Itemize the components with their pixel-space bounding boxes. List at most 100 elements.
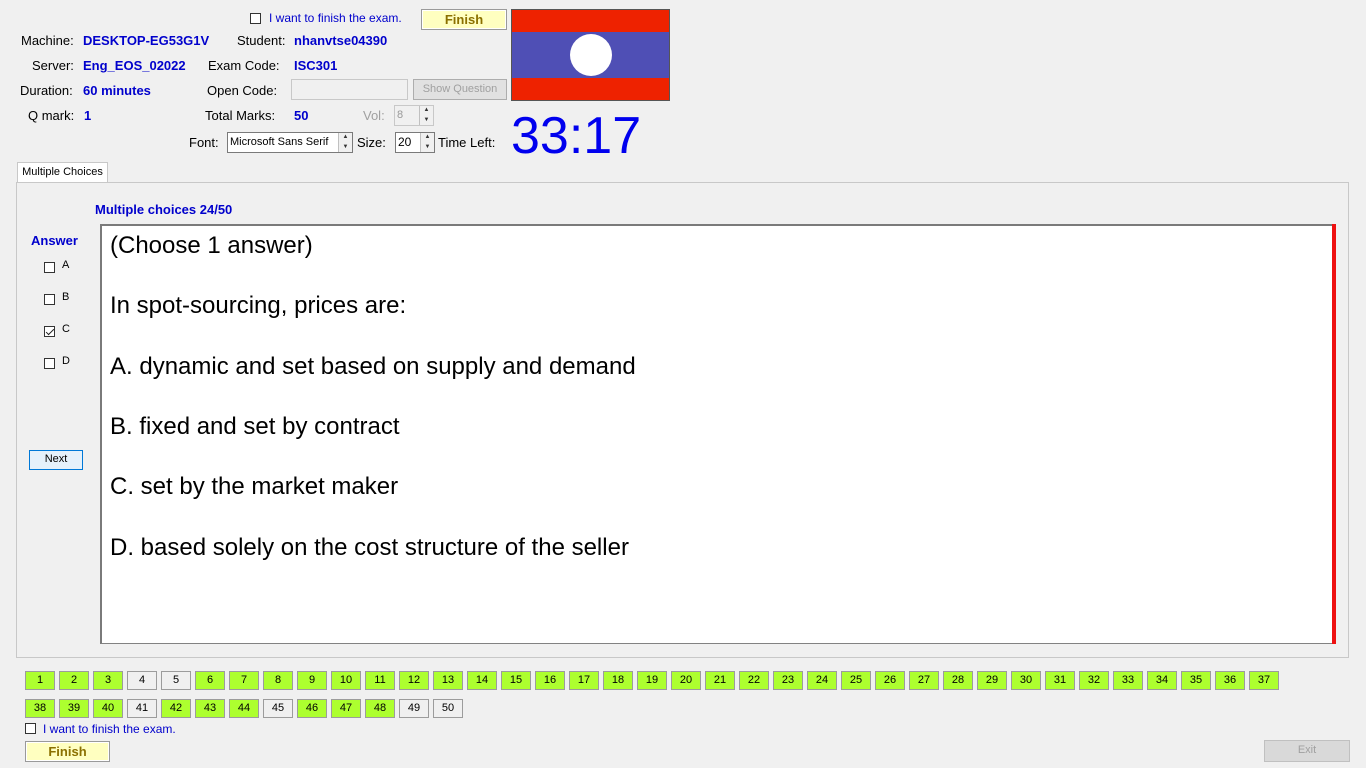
answer-option-d[interactable]: D [44, 355, 70, 372]
question-nav-button-32[interactable]: 32 [1079, 671, 1109, 690]
total-marks-value: 50 [294, 108, 309, 123]
open-code-label: Open Code: [207, 83, 278, 98]
question-nav-button-21[interactable]: 21 [705, 671, 735, 690]
question-nav-button-35[interactable]: 35 [1181, 671, 1211, 690]
question-nav-button-41[interactable]: 41 [127, 699, 157, 718]
answer-option-label: A [62, 259, 70, 271]
size-spin-icon[interactable]: ▲ ▼ [420, 133, 434, 152]
question-nav-button-12[interactable]: 12 [399, 671, 429, 690]
show-question-button[interactable]: Show Question [413, 79, 507, 100]
answer-option-b[interactable]: B [44, 291, 69, 308]
question-nav-button-30[interactable]: 30 [1011, 671, 1041, 690]
question-nav-button-5[interactable]: 5 [161, 671, 191, 690]
question-nav-button-27[interactable]: 27 [909, 671, 939, 690]
answer-label: Answer [31, 233, 78, 248]
question-nav-button-1[interactable]: 1 [25, 671, 55, 690]
question-nav-button-43[interactable]: 43 [195, 699, 225, 718]
time-left-value: 33:17 [511, 107, 642, 165]
question-nav-button-44[interactable]: 44 [229, 699, 259, 718]
checkbox-box[interactable] [250, 13, 261, 24]
question-nav-button-19[interactable]: 19 [637, 671, 667, 690]
font-spin-icon[interactable]: ▲ ▼ [338, 133, 352, 152]
question-nav-button-11[interactable]: 11 [365, 671, 395, 690]
tab-multiple-choices[interactable]: Multiple Choices [17, 162, 108, 183]
question-nav-button-33[interactable]: 33 [1113, 671, 1143, 690]
question-nav-button-10[interactable]: 10 [331, 671, 361, 690]
finish-button-bottom[interactable]: Finish [25, 741, 110, 762]
question-nav-button-6[interactable]: 6 [195, 671, 225, 690]
font-select[interactable]: Microsoft Sans Serif ▲ ▼ [227, 132, 353, 153]
question-stem: In spot-sourcing, prices are: [110, 292, 407, 320]
question-nav-button-45[interactable]: 45 [263, 699, 293, 718]
question-nav-button-17[interactable]: 17 [569, 671, 599, 690]
question-option-text: B. fixed and set by contract [110, 412, 400, 440]
question-nav-button-8[interactable]: 8 [263, 671, 293, 690]
answer-option-label: C [62, 323, 70, 335]
question-nav-button-37[interactable]: 37 [1249, 671, 1279, 690]
vol-spin-icon[interactable]: ▲ ▼ [419, 106, 433, 125]
exit-button[interactable]: Exit [1264, 740, 1350, 762]
question-nav-button-4[interactable]: 4 [127, 671, 157, 690]
next-button[interactable]: Next [29, 450, 83, 470]
total-marks-label: Total Marks: [205, 108, 276, 123]
open-code-input[interactable] [291, 79, 408, 100]
question-nav-button-2[interactable]: 2 [59, 671, 89, 690]
question-nav-button-47[interactable]: 47 [331, 699, 361, 718]
question-nav-button-39[interactable]: 39 [59, 699, 89, 718]
question-nav-button-42[interactable]: 42 [161, 699, 191, 718]
question-nav-button-36[interactable]: 36 [1215, 671, 1245, 690]
time-left-label: Time Left: [438, 135, 496, 150]
qmark-value: 1 [84, 108, 92, 123]
student-label: Student: [237, 33, 286, 48]
flag-image [511, 9, 670, 101]
checkbox-checked-icon[interactable] [44, 326, 55, 337]
question-nav-button-24[interactable]: 24 [807, 671, 837, 690]
question-nav-button-46[interactable]: 46 [297, 699, 327, 718]
question-nav-button-13[interactable]: 13 [433, 671, 463, 690]
question-nav-button-28[interactable]: 28 [943, 671, 973, 690]
question-content: (Choose 1 answer) In spot-sourcing, price… [100, 224, 1334, 644]
finish-exam-checkbox-bottom[interactable] [25, 722, 36, 737]
question-nav-button-22[interactable]: 22 [739, 671, 769, 690]
duration-label: Duration: [20, 83, 73, 98]
machine-value: DESKTOP-EG53G1V [83, 33, 210, 48]
question-nav-button-38[interactable]: 38 [25, 699, 55, 718]
question-nav-button-40[interactable]: 40 [93, 699, 123, 718]
question-nav-button-49[interactable]: 49 [399, 699, 429, 718]
question-nav-button-7[interactable]: 7 [229, 671, 259, 690]
answer-option-a[interactable]: A [44, 259, 69, 276]
question-nav-button-14[interactable]: 14 [467, 671, 497, 690]
finish-exam-check-label-bottom: I want to finish the exam. [43, 722, 176, 736]
checkbox-box[interactable] [25, 723, 36, 734]
question-nav-button-48[interactable]: 48 [365, 699, 395, 718]
question-nav-button-29[interactable]: 29 [977, 671, 1007, 690]
question-nav-button-26[interactable]: 26 [875, 671, 905, 690]
flag-top-stripe [512, 10, 669, 32]
question-nav-button-31[interactable]: 31 [1045, 671, 1075, 690]
question-nav-button-9[interactable]: 9 [297, 671, 327, 690]
finish-button-top[interactable]: Finish [421, 9, 507, 30]
duration-value: 60 minutes [83, 83, 151, 98]
vol-stepper[interactable]: 8 ▲ ▼ [394, 105, 434, 126]
question-nav-button-34[interactable]: 34 [1147, 671, 1177, 690]
finish-exam-check-label-top: I want to finish the exam. [269, 11, 402, 25]
question-nav-button-50[interactable]: 50 [433, 699, 463, 718]
size-stepper[interactable]: 20 ▲ ▼ [395, 132, 435, 153]
checkbox-icon[interactable] [44, 294, 55, 305]
finish-exam-checkbox-top[interactable] [250, 12, 261, 27]
student-value: nhanvtse04390 [294, 33, 388, 48]
question-nav-button-15[interactable]: 15 [501, 671, 531, 690]
question-nav-button-18[interactable]: 18 [603, 671, 633, 690]
question-nav-button-16[interactable]: 16 [535, 671, 565, 690]
qmark-label: Q mark: [28, 108, 75, 123]
question-nav-button-23[interactable]: 23 [773, 671, 803, 690]
question-nav-button-25[interactable]: 25 [841, 671, 871, 690]
question-option-text: A. dynamic and set based on supply and d… [110, 352, 636, 380]
checkbox-icon[interactable] [44, 358, 55, 369]
question-nav-button-20[interactable]: 20 [671, 671, 701, 690]
question-nav-button-3[interactable]: 3 [93, 671, 123, 690]
answer-option-c[interactable]: C [44, 323, 70, 340]
question-red-indicator [1332, 224, 1336, 644]
checkbox-icon[interactable] [44, 262, 55, 273]
flag-circle [570, 34, 612, 76]
